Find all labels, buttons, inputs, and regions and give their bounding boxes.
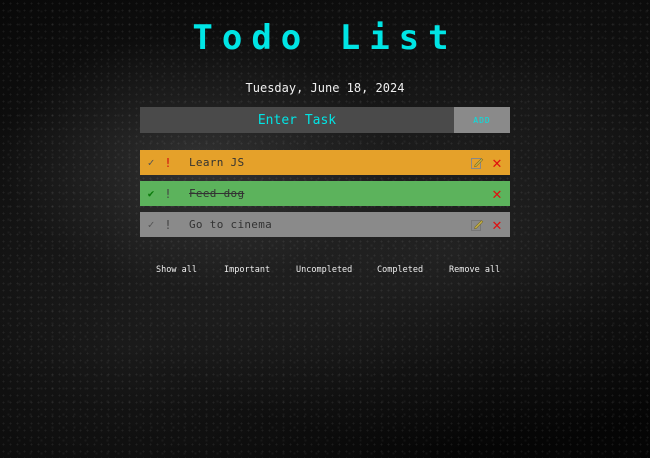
filter-important[interactable]: Important (224, 265, 270, 275)
task-text: Feed dog (189, 187, 245, 200)
filter-uncompleted[interactable]: Uncompleted (296, 265, 352, 275)
page-title: Todo List (192, 18, 458, 58)
task-item: ✓ ! Learn JS ✕ (140, 150, 510, 175)
close-icon[interactable]: ✕ (490, 154, 504, 170)
check-icon[interactable]: ✔ (143, 187, 159, 200)
edit-icon[interactable] (470, 156, 484, 170)
exclamation-icon[interactable]: ! (163, 187, 173, 201)
task-item: ✓ ! Go to cinema ✕ (140, 212, 510, 237)
exclamation-icon[interactable]: ! (163, 156, 173, 170)
check-icon[interactable]: ✓ (143, 156, 159, 169)
add-button[interactable]: ADD (454, 107, 510, 133)
task-item: ✔ ! Feed dog ✕ (140, 181, 510, 206)
task-list: ✓ ! Learn JS ✕ ✔ ! Feed dog ✕ ✓ ! Go to … (140, 150, 510, 243)
remove-all-button[interactable]: Remove all (449, 265, 500, 275)
close-icon[interactable]: ✕ (490, 185, 504, 201)
exclamation-icon[interactable]: ! (163, 218, 173, 232)
current-date: Tuesday, June 18, 2024 (245, 81, 405, 95)
task-input-row: ADD (140, 107, 510, 133)
task-input[interactable] (140, 107, 454, 133)
filter-show-all[interactable]: Show all (156, 265, 197, 275)
edit-icon[interactable] (470, 218, 484, 232)
check-icon[interactable]: ✓ (143, 218, 159, 231)
filter-bar: Show all Important Uncompleted Completed… (0, 265, 650, 277)
filter-completed[interactable]: Completed (377, 265, 423, 275)
close-icon[interactable]: ✕ (490, 216, 504, 232)
task-text: Go to cinema (189, 218, 273, 231)
task-text: Learn JS (189, 156, 245, 169)
